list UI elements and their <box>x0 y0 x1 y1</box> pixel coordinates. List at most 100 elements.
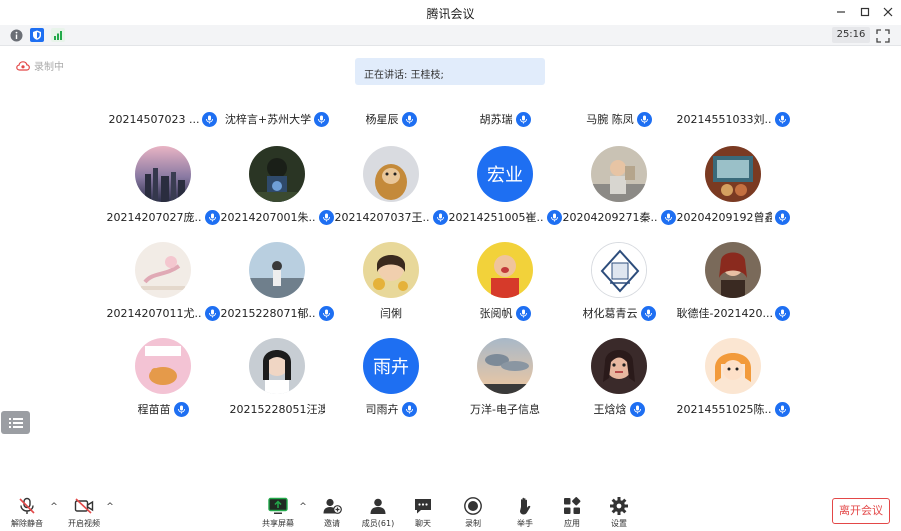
share-screen-button[interactable]: 共享屏幕 <box>253 496 303 530</box>
view-list-button[interactable] <box>1 411 30 434</box>
participant-name: 杨星辰 <box>365 113 399 126</box>
mic-icon <box>636 111 652 127</box>
participant-tile[interactable]: 雨卉 司雨卉 <box>334 338 448 428</box>
mic-icon <box>318 209 334 225</box>
camera-off-icon <box>74 496 94 516</box>
avatar <box>363 146 419 202</box>
mic-icon <box>204 209 220 225</box>
start-video-button[interactable]: 开启视频 <box>59 496 109 530</box>
gear-icon <box>609 496 629 516</box>
participant-tile[interactable]: 20214507023 ... <box>106 100 220 128</box>
participant-tile[interactable]: 万洋-电子信息 <box>448 338 562 428</box>
participant-tile[interactable]: 沈梓言+苏州大学 <box>220 100 334 128</box>
leave-meeting-button[interactable]: 离开会议 <box>832 498 890 524</box>
mic-icon <box>629 401 645 417</box>
fullscreen-button[interactable] <box>876 28 892 43</box>
participant-name: 20204209271秦... <box>562 211 658 224</box>
participant-tile[interactable]: 20214207037王... <box>334 146 448 236</box>
participant-name: 胡苏瑞 <box>479 113 513 126</box>
participant-tile[interactable]: 张阅帆 <box>448 242 562 332</box>
participant-tile[interactable]: 耿德佳-2021420... <box>676 242 790 332</box>
mic-icon <box>546 209 562 225</box>
mic-muted-icon <box>17 496 37 516</box>
members-button[interactable]: 成员(61) <box>353 496 403 530</box>
participant-name: 20215228071郁... <box>220 307 316 320</box>
maximize-icon <box>860 7 870 17</box>
meeting-info-bar: 25:16 <box>0 25 901 46</box>
mic-icon <box>774 305 790 321</box>
chat-label: 聊天 <box>415 519 431 528</box>
participant-name: 20214551025陈... <box>676 403 772 416</box>
apps-button[interactable]: 应用 <box>547 496 597 530</box>
participant-name: 20214207011尤... <box>106 307 202 320</box>
title-bar: 腾讯会议 <box>0 0 901 25</box>
participant-tile[interactable]: 20204209271秦... <box>562 146 676 236</box>
signal-icon[interactable] <box>51 28 65 42</box>
meeting-toolbar: 解除静音 ^ 开启视频 ^ 共享屏幕 ^ 邀请 成员(61) 聊天 录制 举手 … <box>0 492 901 531</box>
settings-label: 设置 <box>611 519 627 528</box>
audio-options-caret[interactable]: ^ <box>49 502 59 512</box>
raise-hand-button[interactable]: 举手 <box>500 496 550 530</box>
participant-name: 20214251005崔... <box>448 211 544 224</box>
chat-icon <box>413 496 433 516</box>
members-icon <box>368 496 388 516</box>
participant-tile[interactable]: 20215228051汪澳 <box>220 338 334 428</box>
apps-label: 应用 <box>564 519 580 528</box>
participant-name: 耿德佳-2021420... <box>676 307 772 320</box>
avatar <box>249 338 305 394</box>
participant-tile[interactable]: 材化葛青云 <box>562 242 676 332</box>
unmute-button[interactable]: 解除静音 <box>2 496 52 530</box>
invite-label: 邀请 <box>324 519 340 528</box>
share-screen-icon <box>268 496 288 516</box>
participant-tile[interactable]: 20214207027庞... <box>106 146 220 236</box>
start-video-label: 开启视频 <box>68 519 100 528</box>
invite-button[interactable]: 邀请 <box>307 496 357 530</box>
participant-tile[interactable]: 20214551025陈... <box>676 338 790 428</box>
participant-tile[interactable]: 20204209192曾鑫... <box>676 146 790 236</box>
mic-icon <box>173 401 189 417</box>
avatar <box>591 146 647 202</box>
mic-icon <box>515 111 531 127</box>
unmute-label: 解除静音 <box>11 519 43 528</box>
avatar: 雨卉 <box>363 338 419 394</box>
participant-tile[interactable]: 20215228071郁... <box>220 242 334 332</box>
participant-tile[interactable]: 马腕 陈凤 <box>562 100 676 128</box>
participant-tile[interactable]: 杨星辰 <box>334 100 448 128</box>
participant-tile[interactable]: 20214551033刘... <box>676 100 790 128</box>
add-user-icon <box>322 496 342 516</box>
settings-button[interactable]: 设置 <box>594 496 644 530</box>
avatar <box>135 338 191 394</box>
participant-tile[interactable]: 20214207011尤... <box>106 242 220 332</box>
minimize-button[interactable] <box>828 1 854 23</box>
close-icon <box>883 7 893 17</box>
participant-name: 张阅帆 <box>479 307 513 320</box>
record-button[interactable]: 录制 <box>448 496 498 530</box>
participant-tile[interactable]: 20214207001朱... <box>220 146 334 236</box>
recording-indicator[interactable]: 录制中 <box>16 58 64 73</box>
info-icon[interactable] <box>9 28 23 42</box>
avatar <box>249 242 305 298</box>
close-button[interactable] <box>875 1 901 23</box>
participant-tile[interactable]: 程苗苗 <box>106 338 220 428</box>
shield-icon[interactable] <box>30 28 44 42</box>
record-label: 录制 <box>465 519 481 528</box>
participant-tile[interactable]: 宏业 20214251005崔... <box>448 146 562 236</box>
participant-tile[interactable]: 闫俐 <box>334 242 448 332</box>
avatar <box>477 338 533 394</box>
avatar <box>591 338 647 394</box>
avatar: 宏业 <box>477 146 533 202</box>
meeting-timer: 25:16 <box>832 27 870 43</box>
video-options-caret[interactable]: ^ <box>105 502 115 512</box>
share-screen-label: 共享屏幕 <box>262 519 294 528</box>
participant-name: 王焓焓 <box>593 403 627 416</box>
mic-icon <box>202 111 218 127</box>
mic-icon <box>401 111 417 127</box>
chat-button[interactable]: 聊天 <box>398 496 448 530</box>
avatar <box>705 146 761 202</box>
participant-tile[interactable]: 王焓焓 <box>562 338 676 428</box>
participant-tile[interactable]: 胡苏瑞 <box>448 100 562 128</box>
list-icon <box>8 417 23 428</box>
mic-icon <box>318 305 334 321</box>
participant-name: 马腕 陈凤 <box>586 113 634 126</box>
participant-name: 20214207001朱... <box>220 211 316 224</box>
